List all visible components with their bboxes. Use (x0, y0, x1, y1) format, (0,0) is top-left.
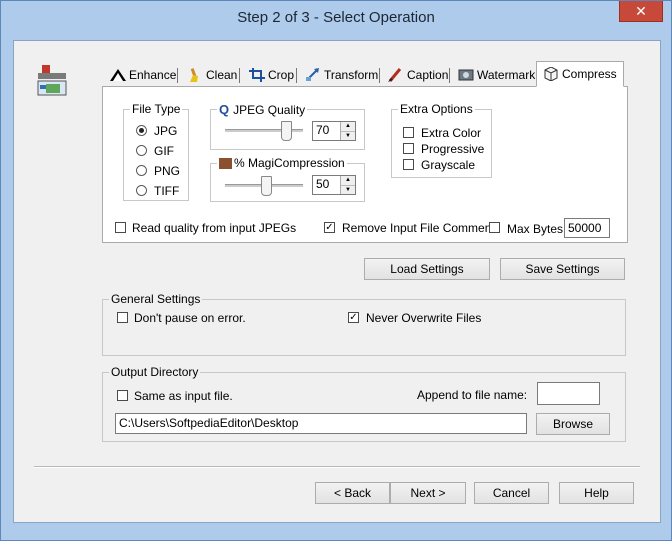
output-directory-title: Output Directory (111, 365, 199, 379)
extra-options-title: Extra Options (400, 102, 473, 116)
append-input[interactable] (537, 382, 600, 405)
help-button[interactable]: Help (559, 482, 634, 504)
back-button[interactable]: < Back (315, 482, 390, 504)
tab-caption-label: Caption (407, 68, 449, 82)
spin-up-icon[interactable]: ▲ (341, 176, 355, 185)
watermark-icon (458, 69, 474, 81)
tab-caption[interactable]: Caption (382, 65, 454, 85)
radio-jpg-label: JPG (154, 124, 178, 138)
output-path-input[interactable]: C:\Users\SoftpediaEditor\Desktop (115, 413, 527, 434)
magi-compression-slider-thumb[interactable] (261, 176, 272, 196)
crop-icon (249, 68, 265, 82)
jpeg-quality-slider-thumb[interactable] (281, 121, 292, 141)
tab-transform[interactable]: Transform (299, 65, 384, 85)
radio-tiff[interactable] (136, 185, 147, 196)
magi-compression-title: % MagiCompression (234, 156, 345, 170)
tab-divider (379, 68, 380, 83)
compress-icon (544, 67, 558, 81)
max-bytes-label: Max Bytes: (507, 222, 567, 236)
never-overwrite-label: Never Overwrite Files (366, 311, 482, 325)
same-as-input-checkbox[interactable] (117, 390, 128, 401)
tab-compress-label: Compress (562, 67, 617, 81)
radio-gif-label: GIF (154, 144, 174, 158)
title-bar[interactable]: Step 2 of 3 - Select Operation ✕ (1, 1, 671, 31)
tab-divider (296, 68, 297, 83)
file-type-title: File Type (132, 102, 181, 116)
tab-clean-label: Clean (206, 68, 238, 82)
jpeg-quality-icon: Q (219, 102, 230, 117)
max-bytes-checkbox[interactable] (489, 222, 500, 233)
jpeg-quality-title: JPEG Quality (233, 103, 306, 117)
append-label: Append to file name: (417, 388, 528, 402)
tab-crop-label: Crop (268, 68, 295, 82)
tab-watermark-label: Watermark (477, 68, 536, 82)
browse-button[interactable]: Browse (536, 413, 610, 435)
remove-comment-label: Remove Input File Comment (342, 221, 495, 235)
extra-color-label: Extra Color (421, 126, 482, 140)
magi-compression-legend: % MagiCompression (217, 156, 347, 170)
tab-divider (177, 68, 178, 83)
spin-up-icon[interactable]: ▲ (341, 122, 355, 131)
tab-crop[interactable]: Crop (243, 65, 300, 85)
transform-icon (306, 68, 319, 81)
clean-icon (190, 68, 198, 82)
compress-panel: File Type JPG GIF PNG TIFF Q JPEG Quality… (102, 86, 628, 243)
tab-enhance-label: Enhance (129, 68, 177, 82)
tab-divider (239, 68, 240, 83)
client-area: Enhance Clean Crop Transform Caption Wat… (13, 40, 661, 523)
dont-pause-checkbox[interactable] (117, 312, 128, 323)
cancel-button[interactable]: Cancel (474, 482, 549, 504)
radio-jpg[interactable] (136, 125, 147, 136)
radio-gif[interactable] (136, 145, 147, 156)
close-button[interactable]: ✕ (619, 1, 663, 22)
spin-down-icon[interactable]: ▼ (341, 130, 355, 140)
spin-down-icon[interactable]: ▼ (341, 184, 355, 194)
tab-watermark[interactable]: Watermark (452, 65, 541, 85)
dont-pause-label: Don't pause on error. (134, 311, 246, 325)
tab-transform-label: Transform (324, 68, 379, 82)
window-title: Step 2 of 3 - Select Operation (237, 9, 435, 26)
footer-separator (34, 466, 640, 468)
next-button[interactable]: Next > (390, 482, 466, 504)
magi-compression-spinner[interactable]: 50 ▲ ▼ (312, 175, 356, 195)
radio-png[interactable] (136, 165, 147, 176)
magi-compression-value[interactable]: 50 (313, 176, 340, 194)
extra-color-checkbox[interactable] (403, 127, 414, 138)
save-settings-button[interactable]: Save Settings (500, 258, 625, 280)
jpeg-quality-legend: Q JPEG Quality (217, 102, 307, 117)
app-logo-icon (37, 65, 67, 96)
remove-comment-checkbox[interactable]: ✓ (324, 222, 335, 233)
magi-compression-icon (219, 158, 232, 170)
jpeg-quality-value[interactable]: 70 (313, 122, 340, 140)
progressive-checkbox[interactable] (403, 143, 414, 154)
tab-enhance[interactable]: Enhance (104, 65, 182, 85)
tab-divider (449, 68, 450, 83)
load-settings-button[interactable]: Load Settings (364, 258, 490, 280)
tab-clean[interactable]: Clean (181, 65, 243, 85)
enhance-icon (110, 69, 126, 81)
caption-icon (388, 68, 402, 82)
general-settings-title: General Settings (111, 292, 201, 306)
same-as-input-label: Same as input file. (134, 389, 233, 403)
radio-tiff-label: TIFF (154, 184, 180, 198)
never-overwrite-checkbox[interactable]: ✓ (348, 312, 359, 323)
tab-compress[interactable]: Compress (536, 61, 624, 87)
grayscale-label: Grayscale (421, 158, 476, 172)
read-quality-label: Read quality from input JPEGs (132, 221, 297, 235)
radio-png-label: PNG (154, 164, 181, 178)
progressive-label: Progressive (421, 142, 485, 156)
dialog-window: Step 2 of 3 - Select Operation ✕ Enhance… (0, 0, 672, 541)
max-bytes-input[interactable]: 50000 (564, 218, 610, 238)
read-quality-checkbox[interactable] (115, 222, 126, 233)
jpeg-quality-spinner[interactable]: 70 ▲ ▼ (312, 121, 356, 141)
grayscale-checkbox[interactable] (403, 159, 414, 170)
